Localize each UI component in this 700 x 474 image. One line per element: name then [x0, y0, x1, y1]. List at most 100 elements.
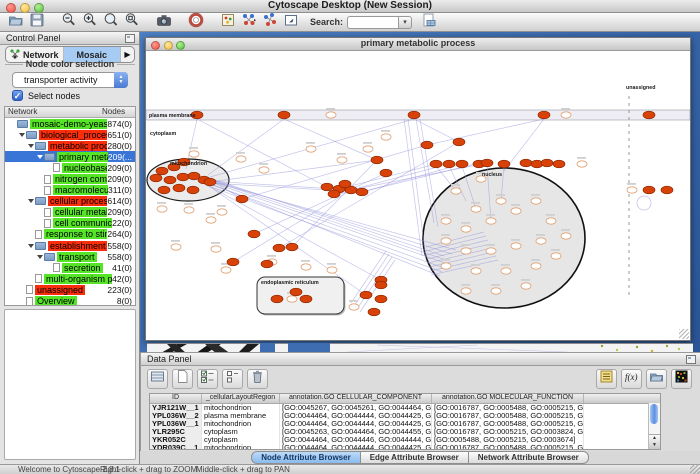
select-nodes-checkbox[interactable]: ✓: [12, 90, 23, 101]
snapshot-button[interactable]: [153, 14, 174, 31]
search-input[interactable]: [347, 16, 399, 29]
tree-expand-arrow-icon[interactable]: [26, 244, 35, 248]
network-node-unselected[interactable]: [337, 157, 347, 163]
network-node-selected[interactable]: [375, 295, 387, 303]
open-session-button[interactable]: [5, 14, 26, 31]
network-node-unselected[interactable]: [259, 167, 269, 173]
network-node-unselected[interactable]: [491, 288, 501, 294]
network-node-selected[interactable]: [177, 173, 189, 181]
network-node-selected[interactable]: [661, 186, 673, 194]
network-node-unselected[interactable]: [236, 156, 246, 162]
network-canvas[interactable]: plasma membranecytoplasmmitochondrionnuc…: [146, 51, 690, 341]
network-tree-header[interactable]: Network Nodes: [5, 107, 135, 118]
network-node-selected[interactable]: [643, 186, 655, 194]
network-node-unselected[interactable]: [511, 243, 521, 249]
network-node-unselected[interactable]: [363, 146, 373, 152]
tree-row[interactable]: macromolecule311(0): [5, 185, 135, 196]
tree-row[interactable]: primary metabo209(...: [5, 151, 135, 162]
network-node-unselected[interactable]: [206, 217, 216, 223]
table-row[interactable]: YPL036W__2plasma membrane[GO:0044464, GO…: [150, 412, 660, 420]
new-attribute-button[interactable]: [172, 369, 193, 389]
node-color-dropdown[interactable]: transporter activity ▲▼: [12, 72, 128, 88]
network-window-titlebar[interactable]: primary metabolic process: [146, 38, 690, 51]
network-node-unselected[interactable]: [326, 112, 336, 118]
network-zoom-button[interactable]: [176, 41, 185, 50]
network-node-selected[interactable]: [290, 288, 302, 296]
network-node-unselected[interactable]: [511, 208, 521, 214]
network-node-unselected[interactable]: [461, 288, 471, 294]
tree-expand-arrow-icon[interactable]: [35, 255, 44, 259]
search-dropdown-arrow[interactable]: ▾: [399, 16, 412, 29]
network-node-unselected[interactable]: [441, 263, 451, 269]
network-node-unselected[interactable]: [627, 187, 637, 193]
tab-network-attribute-browser[interactable]: Network Attribute Browser: [469, 451, 589, 464]
network-node-unselected[interactable]: [301, 264, 311, 270]
annotation-button[interactable]: [217, 14, 238, 31]
network-node-selected[interactable]: [273, 244, 285, 252]
table-scrollbar[interactable]: ▲▼: [648, 403, 660, 449]
attribute-table-header[interactable]: ID_cellularLayoutRegionannotation.GO CEL…: [150, 394, 660, 404]
tree-row[interactable]: metabolic process280(0): [5, 140, 135, 151]
network-node-unselected[interactable]: [211, 246, 221, 252]
network-node-selected[interactable]: [339, 180, 351, 188]
network-node-selected[interactable]: [430, 160, 442, 168]
network-node-selected[interactable]: [227, 258, 239, 266]
scrollbar-buttons[interactable]: ▲▼: [649, 434, 660, 449]
network-minimize-button[interactable]: [164, 41, 173, 50]
network-node-unselected[interactable]: [349, 304, 359, 310]
app-resize-grip[interactable]: [690, 464, 700, 474]
table-column-header[interactable]: ID: [150, 394, 202, 403]
network-node-unselected[interactable]: [471, 268, 481, 274]
minimize-button[interactable]: [20, 3, 30, 13]
network-node-selected[interactable]: [321, 183, 333, 191]
network-node-selected[interactable]: [204, 178, 216, 186]
float-data-panel-icon[interactable]: [686, 355, 696, 364]
tab-node-attribute-browser[interactable]: Node Attribute Browser: [251, 451, 361, 464]
tree-row[interactable]: unassigned223(0): [5, 284, 135, 295]
network-node-selected[interactable]: [150, 174, 162, 182]
table-row[interactable]: YLR295Ccytoplasm[GO:0045263, GO:0044464,…: [150, 428, 660, 436]
tab-edge-attribute-browser[interactable]: Edge Attribute Browser: [361, 451, 469, 464]
scrollbar-thumb[interactable]: [650, 404, 658, 424]
network-node-selected[interactable]: [236, 195, 248, 203]
network-node-unselected[interactable]: [536, 238, 546, 244]
tree-row[interactable]: response to stimul264(0): [5, 229, 135, 240]
import-attributes-button[interactable]: [646, 369, 667, 389]
formula-button[interactable]: f(x): [621, 369, 642, 389]
network-node-selected[interactable]: [173, 184, 185, 192]
save-session-button[interactable]: [26, 14, 47, 31]
tree-expand-arrow-icon[interactable]: [35, 155, 44, 159]
tree-expand-arrow-icon[interactable]: [26, 144, 35, 148]
table-column-header[interactable]: annotation.GO CELLULAR_COMPONENT: [280, 394, 432, 403]
network-node-selected[interactable]: [443, 160, 455, 168]
layout-organic-button[interactable]: [259, 14, 280, 31]
tree-row[interactable]: mosaic-demo-yeast874(0): [5, 118, 135, 129]
network-node-unselected[interactable]: [157, 206, 167, 212]
network-node-selected[interactable]: [538, 111, 550, 119]
network-node-unselected[interactable]: [561, 233, 571, 239]
tree-row[interactable]: cell communicat22(0): [5, 218, 135, 229]
table-row[interactable]: YDR039C__1mitochondrion[GO:0044464, GO:0…: [150, 444, 660, 450]
help-button[interactable]: [185, 14, 206, 31]
network-node-unselected[interactable]: [577, 161, 587, 167]
network-node-selected[interactable]: [371, 156, 383, 164]
attribute-table-button[interactable]: [147, 369, 168, 389]
zoom-fit-button[interactable]: [121, 14, 142, 31]
network-node-unselected[interactable]: [531, 263, 541, 269]
table-column-header[interactable]: _cellularLayoutRegion: [202, 394, 280, 403]
network-node-selected[interactable]: [456, 160, 468, 168]
tree-row[interactable]: nitrogen compo209(0): [5, 173, 135, 184]
network-node-unselected[interactable]: [287, 296, 297, 302]
network-node-unselected[interactable]: [381, 134, 391, 140]
network-node-selected[interactable]: [248, 230, 260, 238]
tree-expand-arrow-icon[interactable]: [17, 133, 26, 137]
zoom-button[interactable]: [34, 3, 44, 13]
network-node-unselected[interactable]: [531, 198, 541, 204]
network-node-unselected[interactable]: [451, 188, 461, 194]
network-node-selected[interactable]: [261, 260, 273, 268]
network-node-unselected[interactable]: [441, 238, 451, 244]
close-button[interactable]: [6, 3, 16, 13]
delete-attribute-button[interactable]: [247, 369, 268, 389]
tree-row[interactable]: transport558(0): [5, 251, 135, 262]
network-node-selected[interactable]: [520, 159, 532, 167]
